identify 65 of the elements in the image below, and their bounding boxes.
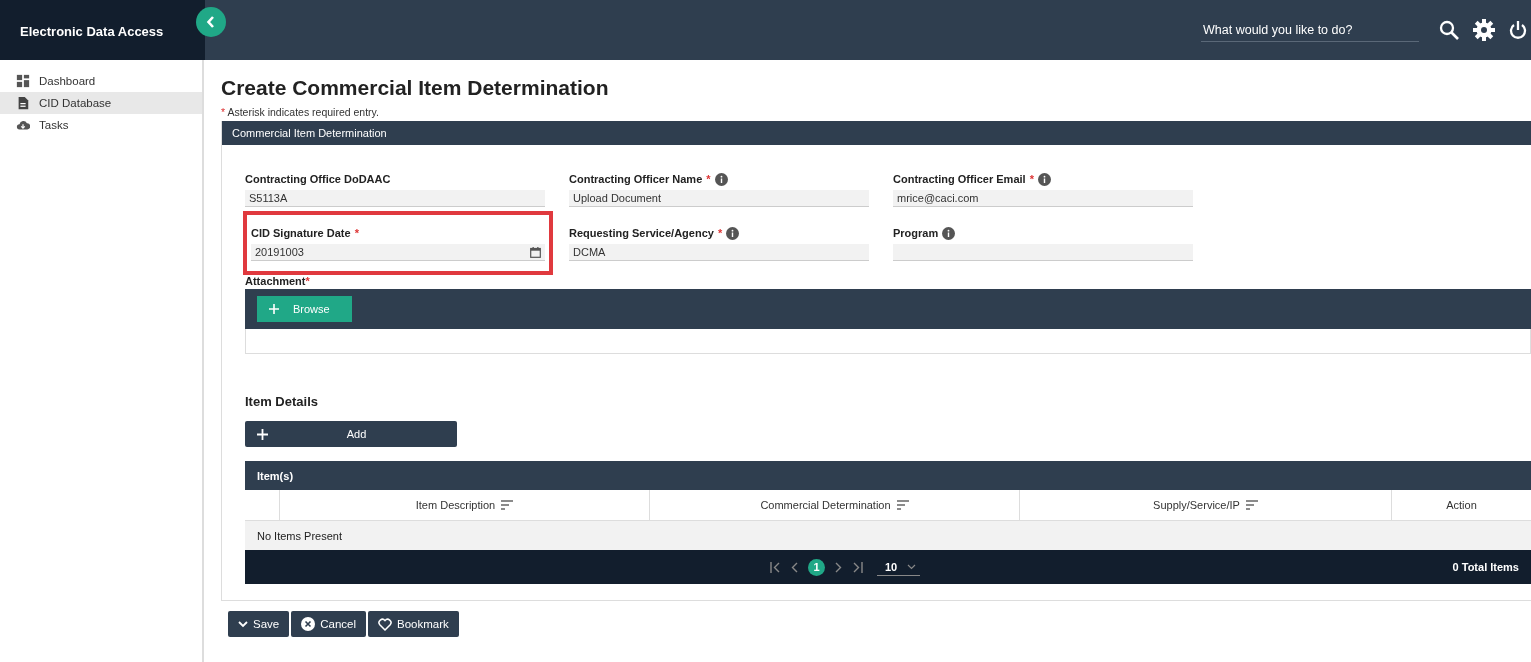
- field-label: Contracting Officer Email: [893, 173, 1026, 185]
- last-page-icon[interactable]: [852, 561, 863, 573]
- required-mark: *: [1029, 173, 1034, 185]
- field-label: Requesting Service/Agency: [569, 227, 714, 239]
- cancel-icon: [301, 617, 316, 631]
- chevron-left-icon: [206, 15, 216, 29]
- required-mark: *: [706, 173, 711, 185]
- sort-icon[interactable]: [896, 500, 909, 510]
- previous-page-icon[interactable]: [791, 561, 798, 573]
- table-title: Item(s): [245, 461, 1531, 490]
- info-icon[interactable]: [726, 226, 740, 240]
- field-label: Contracting Officer Name: [569, 173, 703, 185]
- field-label: Attachment: [245, 275, 306, 287]
- sort-icon[interactable]: [501, 500, 514, 510]
- required-mark: *: [717, 227, 723, 239]
- sidebar-item[interactable]: Dashboard: [0, 70, 202, 92]
- text-field[interactable]: S5113A: [245, 190, 545, 207]
- action-button[interactable]: Cancel: [291, 611, 367, 637]
- collapse-button[interactable]: [196, 7, 226, 37]
- section-heading: Item Details: [245, 394, 319, 409]
- required-mark: *: [354, 227, 359, 239]
- search-icon[interactable]: [1439, 20, 1459, 40]
- sidebar-item[interactable]: CID Database: [0, 92, 202, 114]
- cloud-download-icon: [16, 118, 30, 132]
- plus-icon: [269, 304, 279, 314]
- text-field[interactable]: DCMA: [569, 244, 869, 261]
- page-size-select[interactable]: 10: [877, 558, 921, 576]
- first-page-icon[interactable]: [770, 561, 781, 573]
- required-note: * Asterisk indicates required entry.: [221, 106, 380, 118]
- info-icon[interactable]: [942, 226, 956, 240]
- plus-icon: [257, 428, 268, 440]
- chevron-down-icon: [907, 563, 917, 570]
- app-title: Electronic Data Access: [20, 23, 164, 39]
- field-label: Contracting Office DoDAAC: [245, 173, 391, 185]
- info-icon[interactable]: [1037, 172, 1051, 186]
- power-icon[interactable]: [1509, 20, 1527, 40]
- action-button[interactable]: Save: [228, 611, 290, 637]
- page-title: Create Commercial Item Determination: [221, 76, 610, 100]
- text-field[interactable]: [893, 244, 1193, 261]
- sort-icon[interactable]: [1245, 500, 1258, 510]
- document-icon: [16, 96, 30, 110]
- column-header[interactable]: Supply/Service/IP: [1019, 490, 1391, 520]
- required-mark: *: [305, 275, 310, 287]
- chevron-down-icon: [238, 619, 248, 629]
- dashboard-icon: [16, 74, 30, 88]
- panel-header: Commercial Item Determination: [222, 121, 1531, 145]
- column-header[interactable]: Action: [1391, 490, 1531, 520]
- sidebar-item[interactable]: Tasks: [0, 114, 202, 136]
- next-page-icon[interactable]: [835, 561, 842, 573]
- text-field[interactable]: Upload Document: [569, 190, 869, 207]
- date-field[interactable]: 20191003: [251, 244, 545, 261]
- empty-message: No Items Present: [245, 521, 1531, 550]
- info-icon[interactable]: [714, 172, 728, 186]
- column-header[interactable]: Commercial Determination: [649, 490, 1019, 520]
- text-field[interactable]: mrice@caci.com: [893, 190, 1193, 207]
- search-field[interactable]: What would you like to do?: [1201, 18, 1419, 42]
- total-count: 0 Total Items: [1452, 561, 1519, 573]
- action-button[interactable]: Bookmark: [368, 611, 459, 637]
- field-label: Program: [893, 227, 939, 239]
- calendar-icon[interactable]: [530, 246, 541, 258]
- add-button[interactable]: Add: [245, 421, 457, 447]
- field-label: CID Signature Date: [251, 227, 351, 239]
- settings-icon[interactable]: [1473, 19, 1495, 41]
- column-header[interactable]: Item Description: [279, 490, 649, 520]
- heart-icon: [378, 617, 393, 631]
